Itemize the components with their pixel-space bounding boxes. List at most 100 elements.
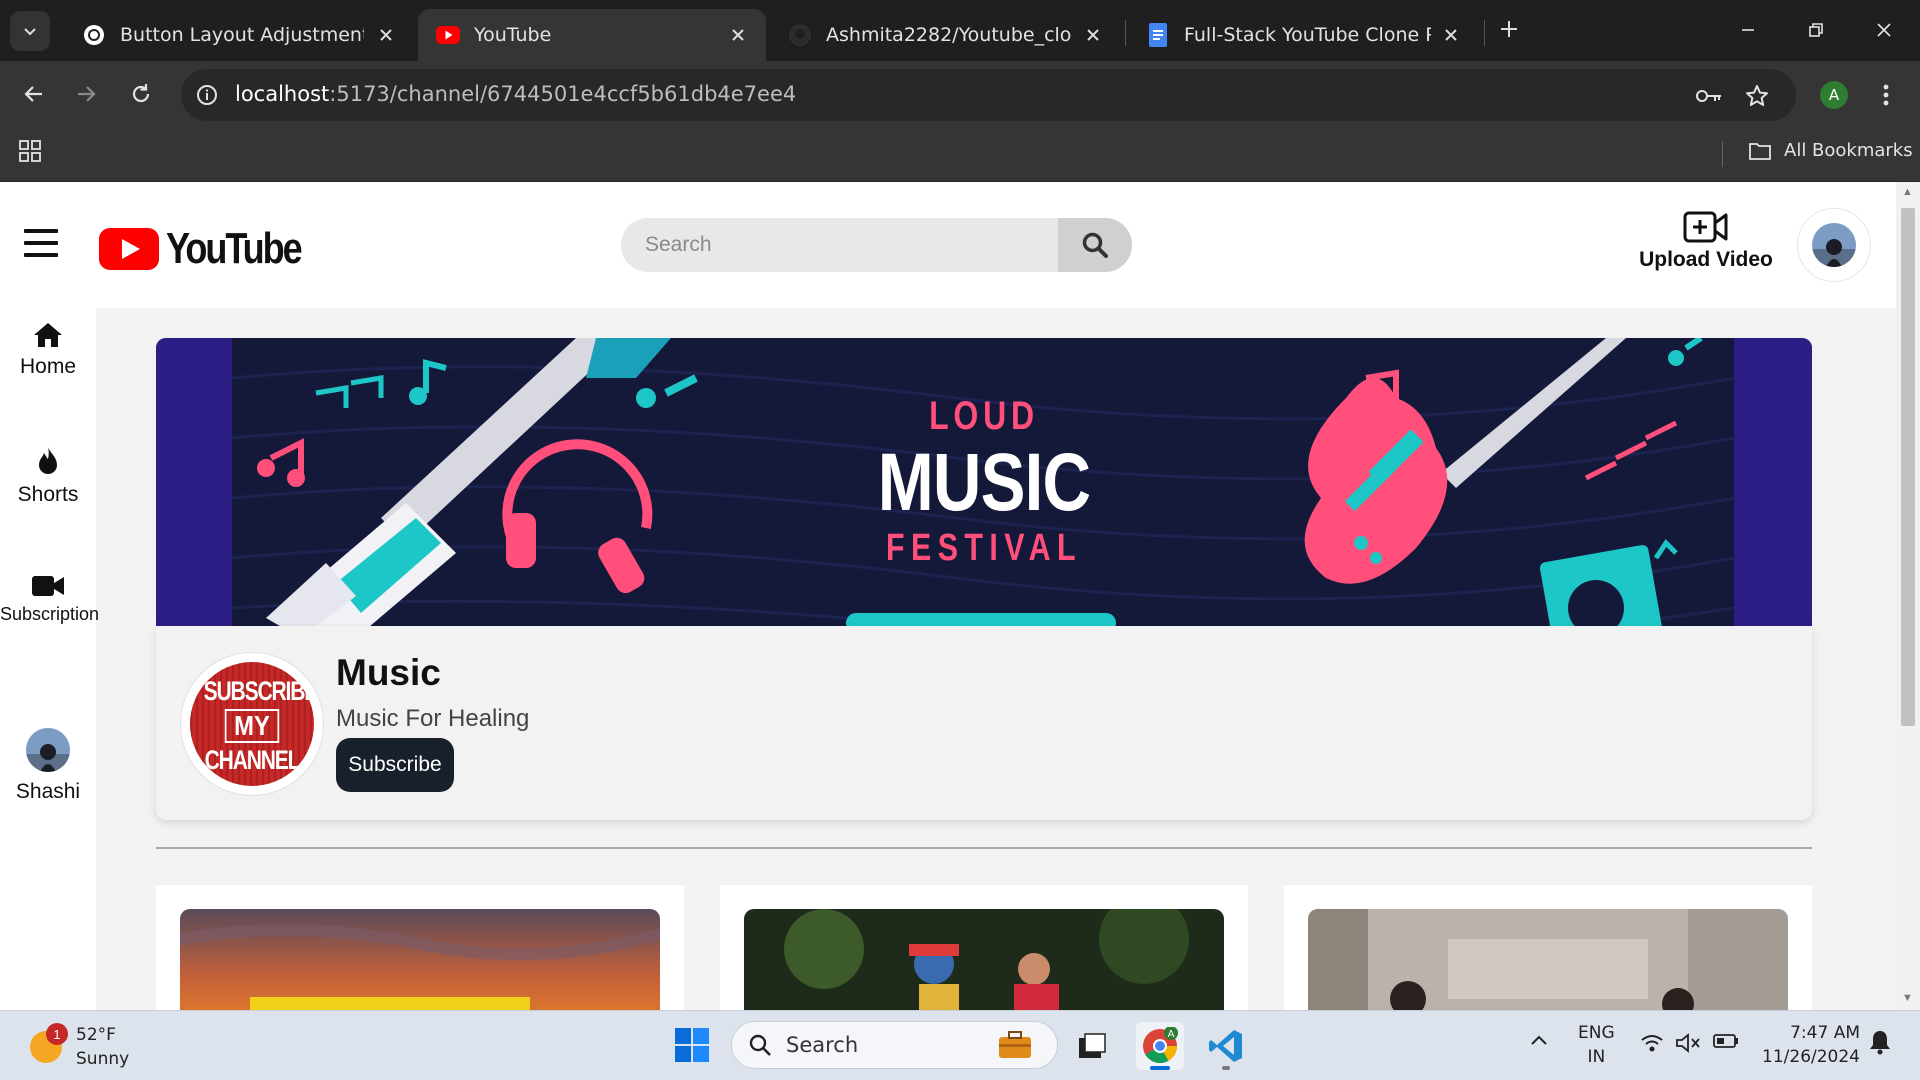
- show-hidden-icons-button[interactable]: [1530, 1033, 1548, 1051]
- password-key-button[interactable]: [1695, 82, 1723, 110]
- video-card[interactable]: [156, 885, 684, 1010]
- sunset-thumbnail[interactable]: [180, 909, 660, 1010]
- couple-thumbnail[interactable]: [1308, 909, 1788, 1010]
- browser-menu-button[interactable]: [1872, 79, 1900, 111]
- wifi-icon: [1641, 1035, 1663, 1052]
- clock-time: 7:47 AM: [1790, 1023, 1860, 1043]
- close-icon[interactable]: [376, 25, 396, 45]
- youtube-play-icon: [99, 228, 159, 270]
- video-card[interactable]: [1284, 885, 1812, 1010]
- star-icon: [1746, 85, 1768, 106]
- clock[interactable]: 7:47 AM 11/26/2024: [1760, 1021, 1860, 1069]
- sidebar-item-shorts[interactable]: Shorts: [0, 445, 96, 507]
- menu-icon[interactable]: [24, 229, 58, 257]
- taskbar-app-vscode[interactable]: [1202, 1022, 1250, 1070]
- svg-text:A: A: [1168, 1029, 1175, 1040]
- site-info-icon[interactable]: [195, 83, 219, 107]
- language-indicator[interactable]: ENG IN: [1578, 1021, 1615, 1069]
- chrome-icon: A: [1143, 1027, 1178, 1063]
- close-icon[interactable]: [1084, 25, 1102, 45]
- taskbar-search[interactable]: Search: [731, 1021, 1058, 1069]
- notification-badge: 1: [46, 1023, 68, 1045]
- volume-muted-icon: [1676, 1033, 1700, 1053]
- briefcase-icon: [999, 1031, 1031, 1058]
- page-scrollbar[interactable]: ▲ ▼: [1896, 182, 1920, 1010]
- tab-title: YouTube: [474, 24, 552, 46]
- search-input[interactable]: [621, 218, 1058, 272]
- video-card[interactable]: [720, 885, 1248, 1010]
- chevron-down-icon: [24, 28, 36, 36]
- page-viewport: YouTube Upload Video Home Shorts: [0, 182, 1896, 1010]
- upload-video-button[interactable]: Upload Video: [1636, 210, 1776, 272]
- browser-tab-bar: Button Layout Adjustment YouTube Ashmita…: [0, 0, 1920, 61]
- tab-separator: [1484, 20, 1485, 46]
- taskbar-search-label: Search: [786, 1033, 859, 1057]
- user-avatar[interactable]: [1797, 208, 1871, 282]
- apps-grid-button[interactable]: [18, 139, 42, 168]
- reload-button[interactable]: [123, 76, 159, 112]
- banner-title: LOUD MUSIC FESTIVAL: [156, 394, 1812, 570]
- bookmarks-separator: [1722, 141, 1723, 167]
- volume-status[interactable]: [1675, 1033, 1701, 1058]
- scroll-up-icon[interactable]: ▲: [1902, 186, 1913, 198]
- all-bookmarks-button[interactable]: All Bookmarks: [1748, 140, 1913, 161]
- krishna-radha-thumbnail[interactable]: [744, 909, 1224, 1010]
- close-icon[interactable]: [1443, 25, 1460, 45]
- channel-name: Music: [336, 652, 441, 693]
- chatgpt-icon: [82, 23, 106, 47]
- region-code: IN: [1587, 1047, 1606, 1067]
- avatar-text-line-2: MY: [224, 709, 280, 743]
- taskbar-app-desktop[interactable]: [1068, 1022, 1116, 1070]
- url-path: :5173/channel/6744501e4ccf5b61db4e7ee4: [329, 82, 797, 106]
- fire-icon: [39, 447, 57, 474]
- minimize-button[interactable]: [1728, 12, 1768, 48]
- scroll-thumb[interactable]: [1901, 208, 1915, 726]
- bookmark-star-button[interactable]: [1743, 82, 1771, 110]
- windows-start-button[interactable]: [675, 1028, 709, 1067]
- taskbar-app-chrome[interactable]: A: [1136, 1022, 1184, 1070]
- forward-button[interactable]: [68, 76, 104, 112]
- tab-title: Ashmita2282/Youtube_clone: [826, 24, 1072, 46]
- battery-status[interactable]: [1713, 1033, 1739, 1054]
- notification-bell-icon: [1870, 1031, 1890, 1055]
- channel-avatar[interactable]: SUBSCRIBE MY CHANNEL: [180, 652, 324, 796]
- search-button[interactable]: [1058, 218, 1132, 272]
- address-bar[interactable]: localhost:5173/channel/6744501e4ccf5b61d…: [181, 69, 1796, 121]
- open-app-indicator: [1222, 1066, 1230, 1070]
- tab-button-layout[interactable]: Button Layout Adjustment: [64, 9, 414, 61]
- subscribe-button[interactable]: Subscribe: [336, 738, 454, 792]
- back-button[interactable]: [16, 76, 52, 112]
- weather-widget[interactable]: 1 52°F Sunny: [30, 1023, 129, 1071]
- restore-button[interactable]: [1796, 12, 1836, 48]
- close-icon[interactable]: [728, 25, 748, 45]
- video-camera-icon: [32, 576, 64, 596]
- banner-line-3: FESTIVAL: [886, 527, 1082, 569]
- banner-line-1: LOUD: [929, 394, 1039, 438]
- youtube-logo[interactable]: YouTube: [99, 224, 330, 274]
- bookmarks-bar: All Bookmarks: [0, 128, 1920, 182]
- subscribe-my-channel-logo: SUBSCRIBE MY CHANNEL: [190, 662, 314, 786]
- notifications-button[interactable]: [1868, 1029, 1892, 1060]
- browser-toolbar: localhost:5173/channel/6744501e4ccf5b61d…: [0, 61, 1920, 128]
- url-text[interactable]: localhost:5173/channel/6744501e4ccf5b61d…: [235, 82, 796, 106]
- apps-grid-icon: [19, 140, 41, 162]
- wifi-status[interactable]: [1640, 1033, 1664, 1058]
- profile-avatar[interactable]: A: [1820, 81, 1848, 109]
- tab-search-button[interactable]: [10, 11, 50, 51]
- close-window-button[interactable]: [1864, 12, 1904, 48]
- logo-text: YouTube: [166, 224, 303, 273]
- sidebar-item-home[interactable]: Home: [0, 321, 96, 379]
- sidebar-item-shashi[interactable]: Shashi: [0, 728, 96, 804]
- tab-github[interactable]: Ashmita2282/Youtube_clone: [770, 9, 1120, 61]
- new-tab-button[interactable]: [1494, 14, 1524, 44]
- channel-banner: LOUD MUSIC FESTIVAL: [156, 338, 1812, 626]
- sidebar-item-subscription[interactable]: Subscription: [0, 574, 100, 625]
- tab-docs[interactable]: Full-Stack YouTube Clone Proje: [1128, 9, 1478, 61]
- sidebar-item-label: Subscription: [0, 604, 100, 624]
- tab-youtube[interactable]: YouTube: [418, 9, 766, 61]
- scroll-down-icon[interactable]: ▼: [1902, 992, 1913, 1004]
- avatar-text-line-1: SUBSCRIBE: [203, 676, 314, 706]
- sidebar-item-label: Home: [19, 355, 77, 378]
- video-plus-icon: [1683, 211, 1728, 243]
- app-header: YouTube Upload Video: [0, 182, 1896, 308]
